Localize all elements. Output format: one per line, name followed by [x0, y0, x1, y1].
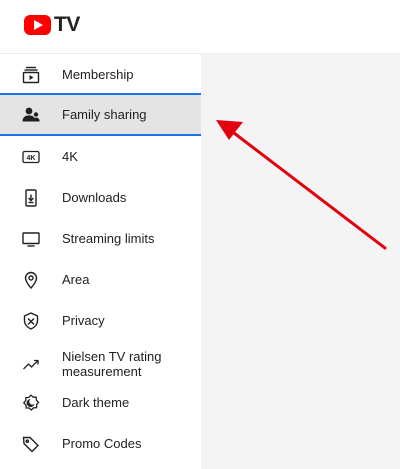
- tv-monitor-icon: [21, 229, 41, 249]
- sidebar-item-family-sharing[interactable]: Family sharing: [0, 93, 201, 136]
- top-bar: TV: [0, 0, 400, 54]
- svg-text:4K: 4K: [27, 154, 36, 161]
- sidebar-item-label: Area: [62, 272, 90, 287]
- youtube-play-icon: [24, 15, 51, 35]
- sidebar-item-label: Nielsen TV rating measurement: [62, 349, 162, 379]
- sidebar-item-label: 4K: [62, 149, 78, 164]
- shield-icon: [21, 311, 41, 331]
- family-sharing-icon: [21, 105, 41, 125]
- sidebar-item-label: Promo Codes: [62, 436, 142, 451]
- sidebar-item-dark-theme[interactable]: Dark theme: [0, 382, 201, 423]
- sidebar-item-membership[interactable]: Membership: [0, 54, 201, 95]
- sidebar-item-area[interactable]: Area: [0, 259, 201, 300]
- sidebar-item-label: Downloads: [62, 190, 127, 205]
- membership-icon: [21, 65, 41, 85]
- sidebar-item-label: Streaming limits: [62, 231, 155, 246]
- 4k-icon: 4K: [21, 147, 41, 167]
- youtube-tv-logo[interactable]: TV: [24, 13, 80, 36]
- sidebar-item-downloads[interactable]: Downloads: [0, 177, 201, 218]
- sidebar-item-promo-codes[interactable]: Promo Codes: [0, 423, 201, 464]
- sidebar-item-privacy[interactable]: Privacy: [0, 300, 201, 341]
- sidebar-item-label: Family sharing: [62, 107, 147, 122]
- trending-up-icon: [21, 354, 41, 374]
- sidebar-item-label: Privacy: [62, 313, 105, 328]
- sidebar-item-4k[interactable]: 4K 4K: [0, 136, 201, 177]
- settings-sidebar: Membership Family sharing 4K 4K Download…: [0, 54, 201, 469]
- sidebar-item-streaming-limits[interactable]: Streaming limits: [0, 218, 201, 259]
- dark-theme-icon: [21, 393, 41, 413]
- main-content-area: [201, 54, 400, 469]
- location-pin-icon: [21, 270, 41, 290]
- logo-text: TV: [54, 13, 80, 36]
- downloads-icon: [21, 188, 41, 208]
- sidebar-item-label: Membership: [62, 67, 134, 82]
- tag-icon: [21, 434, 41, 454]
- sidebar-item-label: Dark theme: [62, 395, 130, 410]
- sidebar-item-nielsen-tv-rating[interactable]: Nielsen TV rating measurement: [0, 341, 201, 387]
